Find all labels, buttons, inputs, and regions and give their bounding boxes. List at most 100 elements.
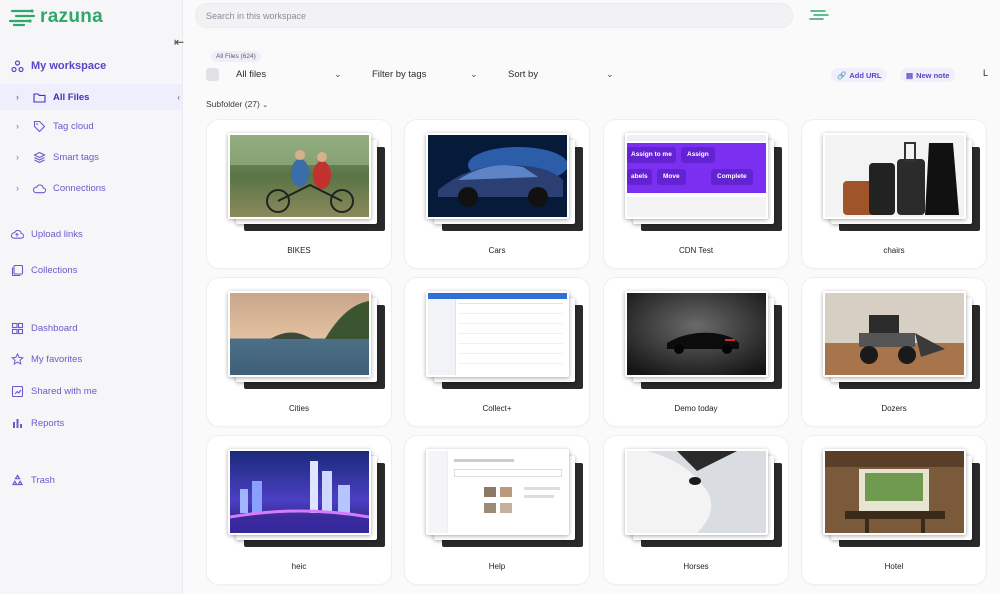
folder-thumbnail-stack[interactable] bbox=[823, 449, 983, 549]
folder-card[interactable]: Help bbox=[405, 436, 589, 584]
folder-thumbnail-stack[interactable] bbox=[823, 291, 983, 391]
new-note-label: New note bbox=[916, 70, 950, 80]
tag-icon bbox=[32, 119, 46, 133]
folder-name: BIKES bbox=[287, 246, 311, 255]
folder-thumbnail bbox=[823, 449, 966, 535]
folder-card[interactable]: Demo today bbox=[604, 278, 788, 426]
chevron-right-icon: › bbox=[16, 92, 19, 102]
folder-card[interactable]: Cars bbox=[405, 120, 589, 268]
select-all-checkbox[interactable] bbox=[206, 68, 219, 81]
thumbnail-image bbox=[825, 451, 964, 533]
add-url-label: Add URL bbox=[849, 70, 882, 80]
sidebar-item-my-workspace[interactable]: My workspace bbox=[0, 53, 182, 79]
folder-card[interactable]: Cities bbox=[207, 278, 391, 426]
sidebar-item-reports[interactable]: Reports bbox=[0, 410, 182, 436]
folder-thumbnail-stack[interactable] bbox=[228, 291, 388, 391]
folder-thumbnail bbox=[426, 133, 569, 219]
folder-thumbnail-stack[interactable] bbox=[823, 133, 983, 233]
sidebar-item-dashboard[interactable]: Dashboard bbox=[0, 315, 182, 341]
folder-card[interactable]: Collect+ bbox=[405, 278, 589, 426]
sidebar-item-upload-links[interactable]: Upload links bbox=[0, 221, 182, 247]
sidebar-item-smart-tags[interactable]: › Smart tags bbox=[0, 144, 182, 170]
folder-name: Cars bbox=[488, 246, 506, 255]
chevron-right-icon: › bbox=[16, 152, 19, 162]
folder-card[interactable]: heic bbox=[207, 436, 391, 584]
razuna-logo[interactable]: razuna bbox=[8, 6, 103, 28]
cloud-icon bbox=[32, 181, 46, 195]
sidebar-item-label: Shared with me bbox=[31, 385, 98, 397]
folder-card[interactable]: Hotel bbox=[802, 436, 986, 584]
search-input[interactable]: Search in this workspace bbox=[195, 3, 793, 28]
folder-thumbnail bbox=[426, 449, 569, 535]
logo-text: razuna bbox=[40, 6, 104, 27]
folder-thumbnail-stack[interactable] bbox=[426, 133, 586, 233]
sidebar-item-shared-with-me[interactable]: Shared with me bbox=[0, 378, 182, 404]
sidebar-item-connections[interactable]: › Connections bbox=[0, 175, 182, 201]
collapse-sidebar-icon[interactable]: ⇤ bbox=[172, 35, 186, 49]
folder-thumbnail-stack[interactable]: Assign to me Assign abels Move Complete bbox=[625, 133, 785, 233]
truncated-button-label[interactable]: L bbox=[983, 68, 988, 78]
folder-thumbnail bbox=[823, 133, 966, 219]
folder-name: Help bbox=[488, 562, 506, 571]
folder-thumbnail-stack[interactable] bbox=[625, 449, 785, 549]
star-icon bbox=[10, 352, 24, 366]
sidebar-item-label: Trash bbox=[31, 474, 55, 486]
razuna-mini-logo-icon[interactable] bbox=[809, 8, 829, 22]
folder-card[interactable]: Dozers bbox=[802, 278, 986, 426]
thumbnail-image bbox=[230, 451, 369, 533]
add-url-button[interactable]: 🔗 Add URL bbox=[831, 68, 888, 82]
collection-icon bbox=[10, 263, 24, 277]
cdn-thumb-text: Assign bbox=[681, 147, 715, 163]
folder-name: CDN Test bbox=[678, 246, 714, 255]
folder-name: Horses bbox=[683, 562, 709, 571]
dashboard-icon bbox=[10, 321, 24, 335]
folder-name: Hotel bbox=[884, 562, 904, 571]
chevron-down-icon: ⌄ bbox=[470, 68, 478, 79]
folder-card[interactable]: BIKES bbox=[207, 120, 391, 268]
sidebar-item-label: Smart tags bbox=[53, 151, 99, 163]
sidebar-item-tag-cloud[interactable]: › Tag cloud bbox=[0, 113, 182, 139]
sidebar-item-label: My workspace bbox=[31, 60, 107, 72]
folder-thumbnail-stack[interactable] bbox=[426, 291, 586, 391]
chevron-right-icon: › bbox=[16, 183, 19, 193]
cars-thumbnail bbox=[428, 135, 567, 217]
sidebar-item-collections[interactable]: Collections bbox=[0, 257, 182, 283]
chevron-down-icon: ⌄ bbox=[606, 68, 614, 79]
thumbnail-image bbox=[428, 451, 567, 533]
folder-thumbnail-stack[interactable] bbox=[625, 291, 785, 391]
chevron-left-icon: ‹ bbox=[177, 92, 180, 102]
folder-thumbnail-stack[interactable] bbox=[228, 133, 388, 233]
sidebar-item-label: My favorites bbox=[31, 353, 83, 365]
folder-name: Collect+ bbox=[482, 404, 512, 413]
sidebar-item-my-favorites[interactable]: My favorites bbox=[0, 346, 182, 372]
sidebar-item-all-files[interactable]: › All Files ‹ bbox=[0, 84, 182, 110]
folder-thumbnail bbox=[228, 133, 371, 219]
new-note-button[interactable]: ▤ New note bbox=[900, 68, 956, 82]
sidebar-item-label: Upload links bbox=[31, 228, 83, 240]
layers-icon bbox=[32, 150, 46, 164]
folder-card[interactable]: Horses bbox=[604, 436, 788, 584]
file-type-dropdown[interactable]: All files ⌄ bbox=[236, 66, 346, 82]
folder-thumbnail-stack[interactable] bbox=[426, 449, 586, 549]
folder-name: chairs bbox=[883, 246, 905, 255]
filter-by-tags-dropdown[interactable]: Filter by tags ⌄ bbox=[372, 66, 482, 82]
help-thumbnail bbox=[428, 451, 567, 533]
cdn-thumb-text: Complete bbox=[711, 169, 753, 185]
logo-mark-icon bbox=[8, 9, 36, 27]
folder-thumbnail bbox=[228, 449, 371, 535]
folder-thumbnail bbox=[228, 291, 371, 377]
subfolder-toggle[interactable]: Subfolder (27) ⌄ bbox=[206, 99, 268, 109]
trash-icon bbox=[10, 473, 24, 487]
sidebar-item-label: All Files bbox=[53, 91, 90, 103]
sort-by-dropdown[interactable]: Sort by ⌄ bbox=[508, 66, 618, 82]
thumbnail-image bbox=[627, 293, 766, 375]
note-icon: ▤ bbox=[906, 70, 914, 80]
thumbnail-image bbox=[825, 135, 964, 217]
thumbnail-image bbox=[627, 451, 766, 533]
folder-thumbnail-stack[interactable] bbox=[228, 449, 388, 549]
cdn-thumbnail: Assign to me Assign abels Move Complete bbox=[627, 135, 766, 217]
collect-thumbnail bbox=[428, 293, 567, 375]
folder-card[interactable]: chairs bbox=[802, 120, 986, 268]
folder-card[interactable]: Assign to me Assign abels Move Complete … bbox=[604, 120, 788, 268]
sidebar-item-trash[interactable]: Trash bbox=[0, 467, 182, 493]
